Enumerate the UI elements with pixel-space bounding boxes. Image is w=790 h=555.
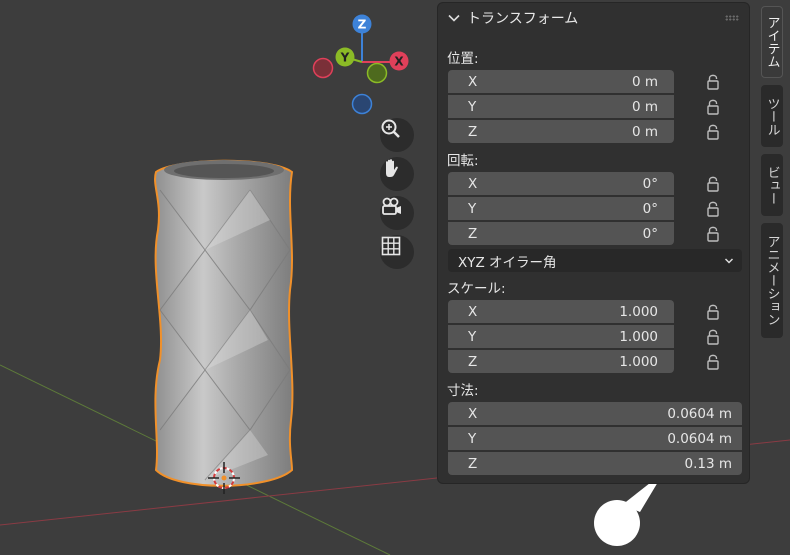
dimensions-label: 寸法:: [447, 383, 479, 399]
scale-label: スケール:: [447, 281, 506, 297]
dimensions-x-field[interactable]: X 0.0604 m: [448, 402, 742, 425]
hand-icon: [386, 159, 398, 177]
location-label: 位置:: [447, 51, 479, 67]
navigation-gizmo: Z X Y: [312, 14, 409, 115]
dimensions-z-field[interactable]: Z 0.13 m: [448, 452, 742, 475]
lock-location-z-icon[interactable]: [706, 123, 720, 141]
location-y-field[interactable]: Y 0 m: [448, 95, 674, 118]
location-z-field[interactable]: Z 0 m: [448, 120, 674, 143]
zoom-icon: [381, 119, 400, 138]
lock-location-y-icon[interactable]: [706, 98, 720, 116]
zoom-button[interactable]: [380, 118, 414, 152]
camera-icon: [382, 197, 401, 215]
rotation-label: 回転:: [447, 153, 479, 169]
lock-rotation-x-icon[interactable]: [706, 175, 720, 193]
rotation-mode-select[interactable]: XYZ オイラー角: [448, 249, 742, 272]
gizmo-x-label: X: [394, 55, 404, 69]
transform-panel-header[interactable]: トランスフォーム: [438, 3, 749, 33]
tab-item[interactable]: アイテム: [761, 6, 783, 78]
scale-x-field[interactable]: X 1.000: [448, 300, 674, 323]
location-x-field[interactable]: X 0 m: [448, 70, 674, 93]
scale-z-field[interactable]: Z 1.000: [448, 350, 674, 373]
tab-tool[interactable]: ツール: [761, 85, 783, 147]
lock-rotation-z-icon[interactable]: [706, 225, 720, 243]
panel-title: トランスフォーム: [467, 11, 579, 27]
perspective-toggle-button[interactable]: [380, 235, 414, 269]
lock-scale-z-icon[interactable]: [706, 353, 720, 371]
rotation-mode-value: XYZ オイラー角: [458, 254, 557, 271]
gizmo-z-label: Z: [358, 18, 367, 32]
rotation-z-field[interactable]: Z 0°: [448, 222, 674, 245]
sidebar-tabs: アイテム ツール ビュー アニメーション: [761, 0, 783, 555]
dimensions-y-field[interactable]: Y 0.0604 m: [448, 427, 742, 450]
gizmo-y-label: Y: [340, 51, 350, 65]
lock-scale-y-icon[interactable]: [706, 328, 720, 346]
vase-object: [154, 159, 294, 487]
scale-y-field[interactable]: Y 1.000: [448, 325, 674, 348]
chevron-down-icon: [448, 14, 460, 22]
rotation-x-field[interactable]: X 0°: [448, 172, 674, 195]
grid-icon: [381, 236, 401, 256]
tab-animation[interactable]: アニメーション: [761, 223, 783, 338]
transform-panel: トランスフォーム 位置: X 0 m Y 0 m Z 0 m 回転: X 0° …: [437, 2, 750, 484]
camera-view-button[interactable]: [380, 196, 414, 230]
tab-view[interactable]: ビュー: [761, 154, 783, 216]
rotation-y-field[interactable]: Y 0°: [448, 197, 674, 220]
pointer-indicator: [594, 500, 640, 546]
pan-button[interactable]: [380, 157, 414, 191]
lock-location-x-icon[interactable]: [706, 73, 720, 91]
drag-grip-icon[interactable]: [725, 15, 739, 21]
lock-scale-x-icon[interactable]: [706, 303, 720, 321]
chevron-down-icon: [724, 258, 734, 264]
lock-rotation-y-icon[interactable]: [706, 200, 720, 218]
